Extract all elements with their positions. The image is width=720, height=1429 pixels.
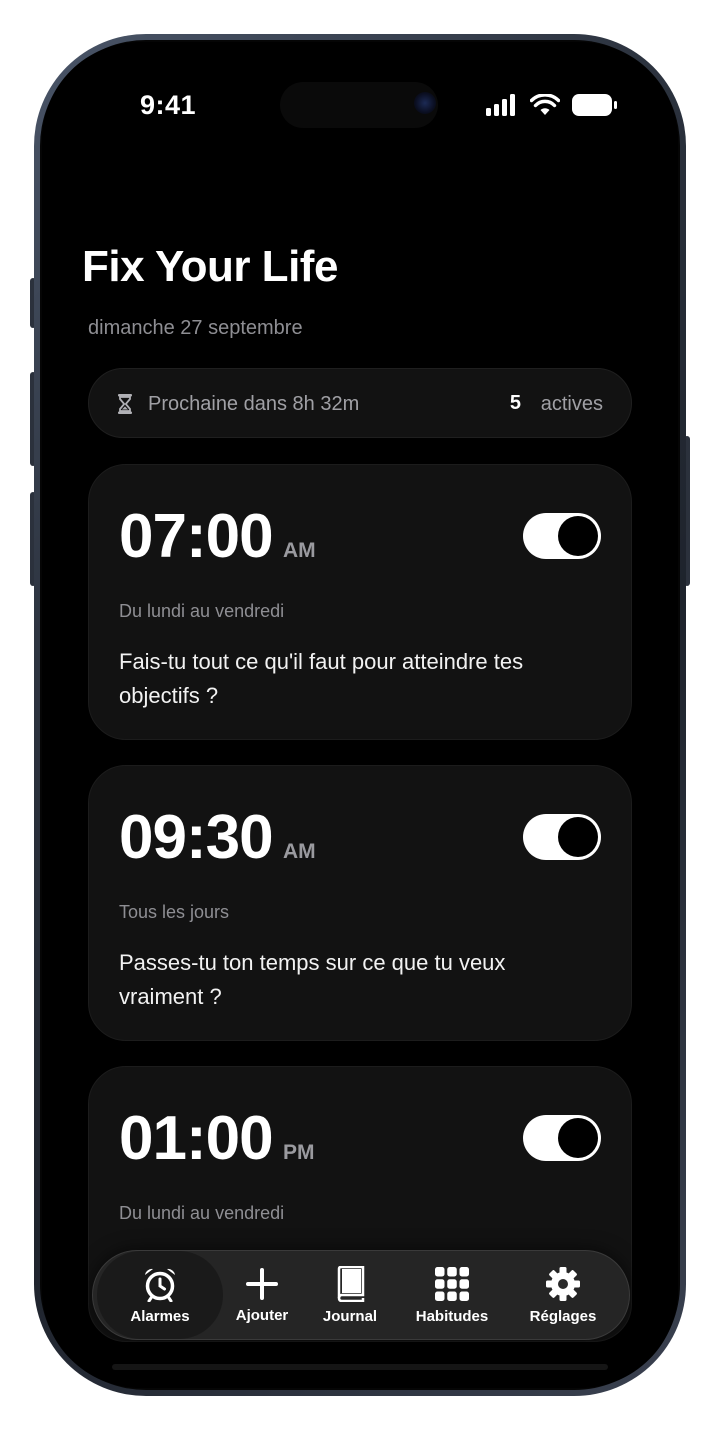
alarm-schedule: Du lundi au vendredi <box>119 601 285 621</box>
toggle-knob <box>558 817 598 857</box>
tab-journal[interactable]: Journal <box>315 1251 385 1339</box>
tab-reglages[interactable]: Réglages <box>517 1251 609 1339</box>
toggle-knob <box>558 516 598 556</box>
alarm-period: PM <box>283 1141 315 1164</box>
tab-alarmes[interactable]: Alarmes <box>97 1251 223 1339</box>
active-count-label: actives <box>540 393 603 415</box>
tab-label: Réglages <box>529 1307 597 1325</box>
hourglass-icon <box>118 394 132 414</box>
alarm-period: AM <box>283 539 316 562</box>
tab-ajouter[interactable]: Ajouter <box>227 1251 297 1339</box>
alarm-card[interactable]: 07:00 AM Du lundi au vendredi Fais-tu to… <box>88 464 632 740</box>
date-label: dimanche 27 septembre <box>88 317 303 339</box>
active-count: 5 <box>509 392 521 414</box>
alarm-time: 07:00 <box>119 502 274 571</box>
alarm-toggle[interactable] <box>523 1115 601 1161</box>
alarm-question: Passes-tu ton temps sur ce que tu veux v… <box>119 950 506 1009</box>
grid-icon <box>435 1266 469 1301</box>
toggle-knob <box>558 1118 598 1158</box>
screen: 9:41 Fix Your Life dimanche 27 septembre <box>42 42 678 1388</box>
alarm-period: AM <box>283 840 316 863</box>
alarm-time: 09:30 <box>119 803 274 872</box>
scroll-edge <box>112 1364 608 1370</box>
alarm-schedule: Tous les jours <box>119 902 230 922</box>
wifi-icon <box>530 94 560 115</box>
next-alarm-label: Prochaine dans 8h 32m <box>148 393 360 415</box>
status-time: 9:41 <box>140 90 197 120</box>
tab-label: Habitudes <box>415 1307 489 1325</box>
alarm-question: Fais-tu tout ce qu'il faut pour atteindr… <box>119 649 524 708</box>
front-camera <box>414 92 436 114</box>
alarm-card[interactable]: 09:30 AM Tous les jours Passes-tu ton te… <box>88 765 632 1041</box>
tab-label: Alarmes <box>130 1307 190 1325</box>
next-alarm-summary: Prochaine dans 8h 32m 5 actives <box>88 368 632 438</box>
battery-icon <box>572 94 617 116</box>
alarm-schedule: Du lundi au vendredi <box>119 1203 285 1223</box>
gear-icon <box>546 1266 580 1301</box>
tab-label: Ajouter <box>235 1306 289 1324</box>
alarm-clock-icon <box>145 1268 175 1302</box>
page-title: Fix Your Life <box>82 242 338 291</box>
tab-label: Journal <box>322 1307 378 1325</box>
signal-icon <box>486 94 515 116</box>
book-icon <box>337 1265 365 1302</box>
alarm-time: 01:00 <box>119 1104 274 1173</box>
alarm-toggle[interactable] <box>523 814 601 860</box>
plus-icon <box>246 1267 278 1300</box>
tab-habitudes[interactable]: Habitudes <box>403 1251 501 1339</box>
tab-bar: Alarmes Ajouter Journal Habitudes Réglag… <box>92 1250 630 1340</box>
status-icons <box>486 94 618 116</box>
alarm-toggle[interactable] <box>523 513 601 559</box>
